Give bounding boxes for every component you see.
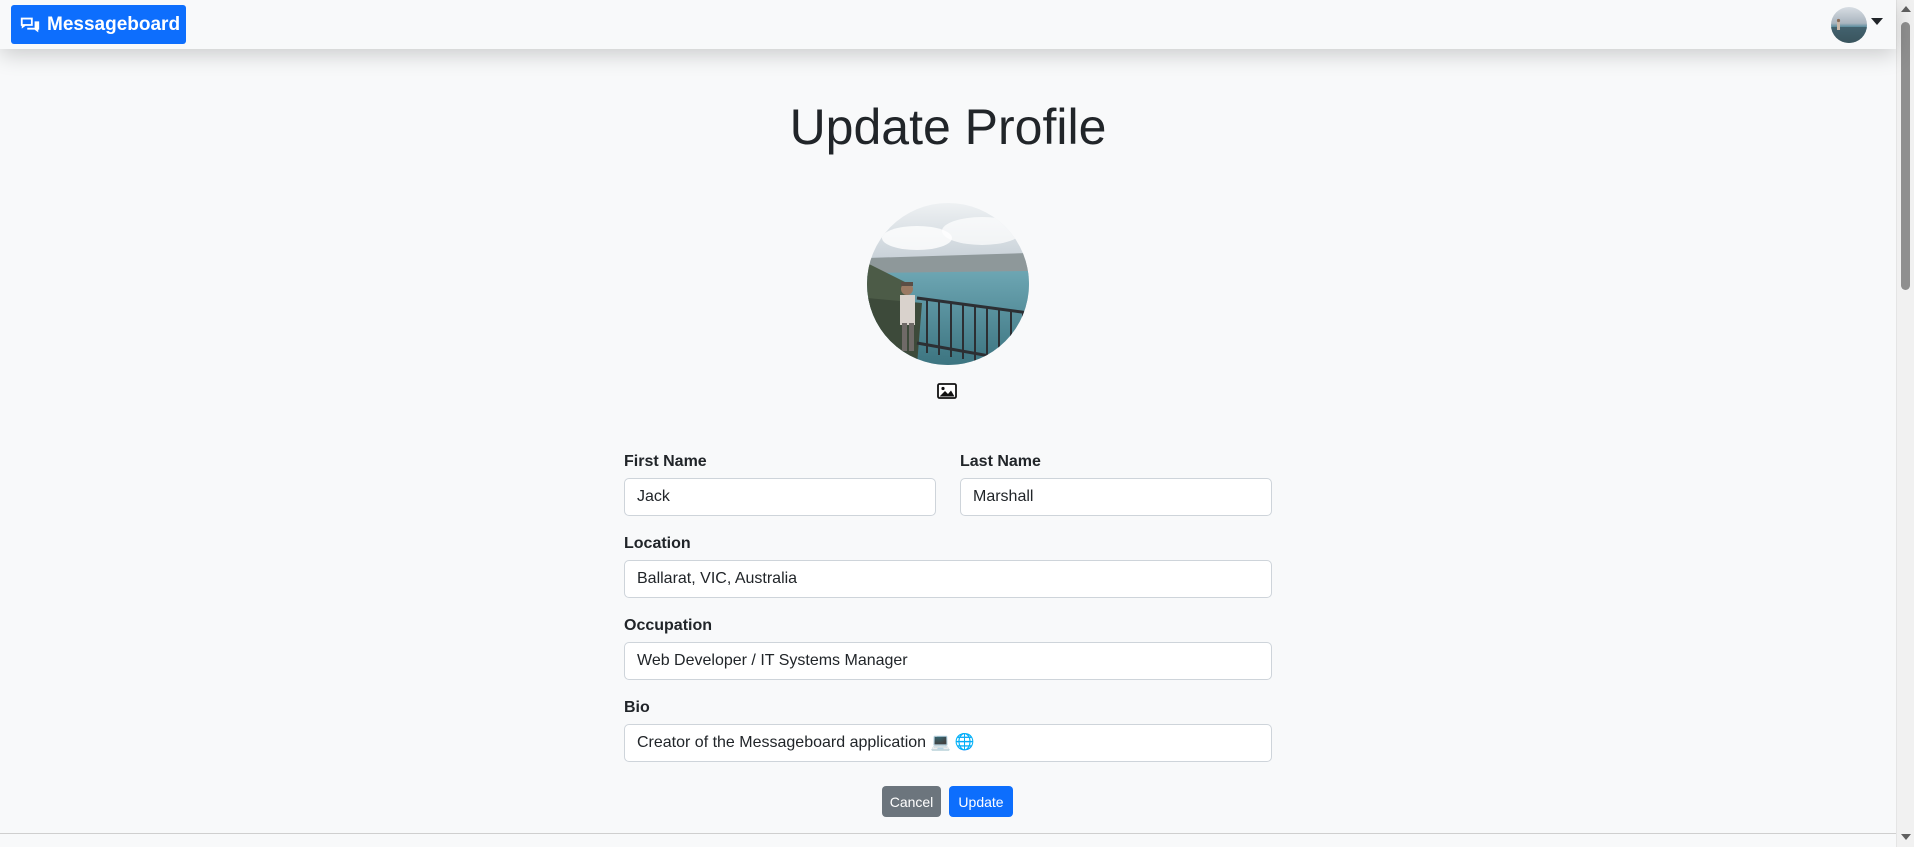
- location-label: Location: [624, 535, 691, 552]
- image-icon[interactable]: [937, 382, 957, 400]
- last-name-input[interactable]: Marshall: [960, 478, 1272, 516]
- first-name-input[interactable]: Jack: [624, 478, 936, 516]
- bio-label: Bio: [624, 699, 650, 716]
- user-avatar[interactable]: [1831, 7, 1867, 43]
- page: Messageboard Update Profile First Name J…: [0, 0, 1914, 847]
- caret-down-icon[interactable]: [1871, 18, 1883, 25]
- scroll-up-icon[interactable]: [1901, 6, 1911, 12]
- bio-input[interactable]: Creator of the Messageboard application …: [624, 724, 1272, 762]
- first-name-label: First Name: [624, 453, 707, 470]
- profile-photo: [867, 203, 1029, 365]
- brand-button[interactable]: Messageboard: [11, 5, 187, 44]
- chat-bubbles-icon: [20, 17, 40, 32]
- top-navbar: Messageboard: [0, 0, 1896, 49]
- location-input[interactable]: Ballarat, VIC, Australia: [624, 560, 1272, 598]
- scroll-down-icon[interactable]: [1901, 834, 1911, 840]
- vertical-scrollbar[interactable]: [1896, 0, 1914, 847]
- update-button[interactable]: Update: [949, 786, 1013, 817]
- occupation-label: Occupation: [624, 617, 713, 634]
- cancel-button[interactable]: Cancel: [882, 786, 941, 817]
- scroll-thumb[interactable]: [1901, 22, 1910, 290]
- page-bottom-divider: [0, 833, 1896, 834]
- page-title: Update Profile: [789, 99, 1107, 155]
- occupation-input[interactable]: Web Developer / IT Systems Manager: [624, 642, 1272, 680]
- brand-label: Messageboard: [47, 13, 181, 35]
- last-name-label: Last Name: [960, 453, 1041, 470]
